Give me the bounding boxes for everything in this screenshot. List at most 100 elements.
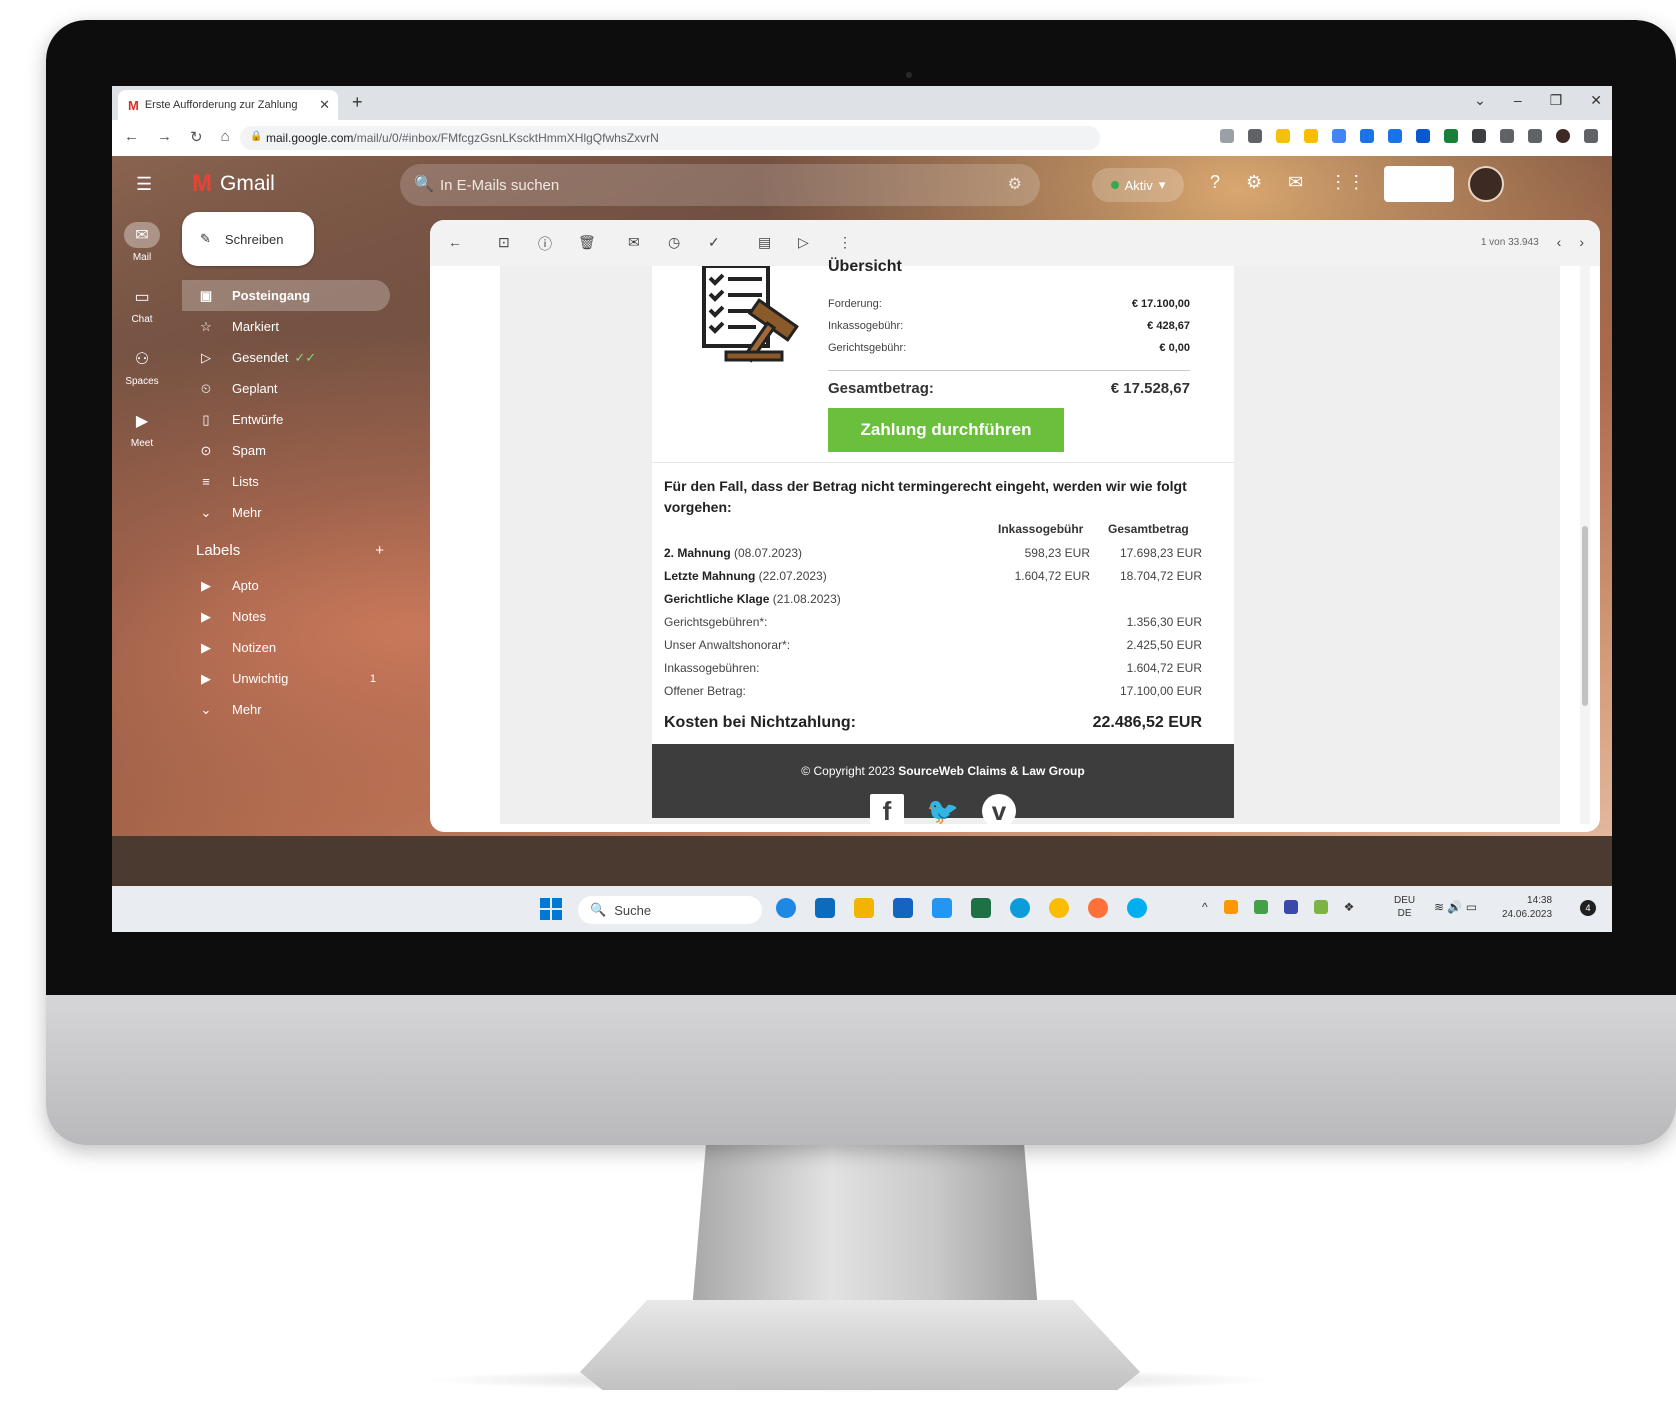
tray-app-icon[interactable]: [1313, 900, 1328, 914]
facebook-icon[interactable]: f: [870, 794, 904, 828]
extension-icon[interactable]: [1276, 129, 1290, 143]
tab-search-icon[interactable]: ⌄: [1474, 92, 1486, 109]
nav-item-lists[interactable]: ≡ Lists: [182, 466, 390, 497]
gmail-favicon-icon: M: [128, 97, 139, 113]
desktop-icon[interactable]: [815, 898, 835, 918]
search-input[interactable]: 🔍 In E-Mails suchen ⚙: [400, 164, 1040, 206]
close-window-button[interactable]: ✕: [1590, 92, 1602, 109]
windows-start-icon[interactable]: [540, 898, 562, 920]
label-item-notes[interactable]: ▶ Notes: [182, 601, 390, 632]
move-to-icon[interactable]: ▤: [758, 234, 771, 251]
show-hidden-icon[interactable]: ^: [1202, 900, 1208, 914]
settings-gear-icon[interactable]: ⚙: [1246, 172, 1262, 193]
dropbox-icon[interactable]: ❖: [1344, 900, 1355, 914]
row-total: 18.704,72 EUR: [1119, 569, 1202, 583]
mark-unread-icon[interactable]: ✉: [628, 234, 640, 251]
more-options-icon[interactable]: ⋮: [838, 234, 852, 251]
label-item-notizen[interactable]: ▶ Notizen: [182, 632, 390, 663]
extension-icon[interactable]: [1444, 129, 1458, 143]
tray-app-icon[interactable]: [1253, 900, 1268, 914]
home-icon[interactable]: ⌂: [221, 128, 230, 146]
rail-item-mail[interactable]: ✉ Mail: [112, 222, 172, 284]
tray-app-icon[interactable]: [1283, 900, 1298, 914]
file-explorer-icon[interactable]: [854, 898, 874, 918]
firefox-icon[interactable]: [1088, 898, 1108, 918]
apps-grid-icon[interactable]: ⋮⋮: [1329, 172, 1365, 193]
restore-button[interactable]: ❐: [1550, 92, 1563, 109]
notepad-icon[interactable]: [932, 898, 952, 918]
extension-icon[interactable]: [1472, 129, 1486, 143]
outlook-icon[interactable]: [893, 898, 913, 918]
rail-item-spaces[interactable]: ⚇ Spaces: [112, 346, 172, 408]
back-icon[interactable]: ←: [124, 128, 139, 146]
nav-item-starred[interactable]: ☆ Markiert: [182, 311, 390, 342]
pay-now-button[interactable]: Zahlung durchführen: [828, 408, 1064, 452]
lang-bottom: DE: [1397, 908, 1412, 919]
archive-icon[interactable]: ⊡: [498, 234, 510, 251]
network-sound-battery[interactable]: ≋ 🔊 ▭: [1434, 900, 1477, 914]
delete-icon[interactable]: 🗑: [578, 234, 596, 251]
nav-item-drafts[interactable]: ▯ Entwürfe: [182, 404, 390, 435]
next-message-icon[interactable]: ›: [1579, 234, 1584, 250]
nav-item-inbox[interactable]: ▣ Posteingang: [182, 280, 390, 311]
label-item-more[interactable]: ⌄ Mehr: [182, 694, 390, 725]
nav-item-more[interactable]: ⌄ Mehr: [182, 497, 390, 528]
nav-item-scheduled[interactable]: ⏲ Geplant: [182, 373, 390, 404]
sidepanel-icon[interactable]: [1528, 129, 1542, 143]
status-selector[interactable]: Aktiv ▾: [1092, 168, 1184, 202]
close-tab-icon[interactable]: ✕: [319, 97, 330, 113]
account-logo-box[interactable]: [1384, 166, 1454, 202]
addon-icon[interactable]: ✉: [1288, 172, 1303, 193]
share-icon[interactable]: [1220, 129, 1234, 143]
bing-icon[interactable]: [776, 898, 796, 918]
kebab-menu-icon[interactable]: [1584, 129, 1598, 143]
help-icon[interactable]: ?: [1210, 172, 1220, 193]
extension-icon[interactable]: [1416, 129, 1430, 143]
compose-button[interactable]: ✎ Schreiben: [182, 212, 314, 266]
gmail-logo[interactable]: M Gmail: [192, 170, 275, 198]
extension-icon[interactable]: [1360, 129, 1374, 143]
label-item-apto[interactable]: ▶ Apto: [182, 570, 390, 601]
twitter-icon[interactable]: 🐦: [926, 794, 960, 828]
tray-app-icon[interactable]: [1223, 900, 1238, 914]
profile-icon[interactable]: [1556, 129, 1570, 143]
extension-icon[interactable]: [1304, 129, 1318, 143]
skype-icon[interactable]: [1127, 898, 1147, 918]
prev-message-icon[interactable]: ‹: [1557, 234, 1562, 250]
hamburger-menu-icon[interactable]: ☰: [136, 174, 152, 195]
rail-item-chat[interactable]: ▭ Chat: [112, 284, 172, 346]
edge-icon[interactable]: [1010, 898, 1030, 918]
nav-item-sent[interactable]: ▷ Gesendet ✓✓: [182, 342, 390, 373]
scrollbar[interactable]: [1580, 266, 1590, 824]
add-label-button[interactable]: +: [375, 542, 384, 559]
add-task-icon[interactable]: ✓: [708, 234, 720, 251]
browser-tab[interactable]: M Erste Aufforderung zur Zahlung ✕: [118, 90, 338, 120]
notification-badge[interactable]: 4: [1580, 900, 1596, 916]
search-options-icon[interactable]: ⚙: [1008, 174, 1022, 194]
report-spam-icon[interactable]: ⓘ: [538, 234, 552, 254]
label-icon[interactable]: ▷: [798, 234, 809, 251]
input-language[interactable]: DEU DE: [1394, 894, 1415, 920]
bookmark-star-icon[interactable]: [1248, 129, 1262, 143]
chrome-icon[interactable]: [1049, 898, 1069, 918]
label-item-unwichtig[interactable]: ▶ Unwichtig 1: [182, 663, 390, 694]
extension-icon[interactable]: [1332, 129, 1346, 143]
rail-item-meet[interactable]: ▶ Meet: [112, 408, 172, 470]
puzzle-icon[interactable]: [1500, 129, 1514, 143]
new-tab-button[interactable]: +: [352, 92, 363, 113]
forward-icon[interactable]: →: [157, 128, 172, 146]
reload-icon[interactable]: ↻: [190, 128, 203, 146]
minimize-button[interactable]: –: [1514, 92, 1522, 109]
clock[interactable]: 14:38 24.06.2023: [1502, 894, 1552, 922]
vimeo-extension-icon[interactable]: [1388, 129, 1402, 143]
snooze-icon[interactable]: ◷: [668, 234, 680, 251]
avatar[interactable]: [1468, 166, 1504, 202]
excel-icon[interactable]: [971, 898, 991, 918]
url-host: mail.google.com: [266, 131, 354, 145]
vimeo-icon[interactable]: v: [982, 794, 1016, 828]
back-to-inbox-icon[interactable]: ←: [448, 234, 462, 250]
scrollbar-thumb[interactable]: [1582, 526, 1588, 706]
taskbar-search[interactable]: 🔍 Suche: [578, 896, 762, 924]
url-field[interactable]: 🔒 mail.google.com/mail/u/0/#inbox/FMfcgz…: [240, 126, 1100, 150]
nav-item-spam[interactable]: ⊙ Spam: [182, 435, 390, 466]
